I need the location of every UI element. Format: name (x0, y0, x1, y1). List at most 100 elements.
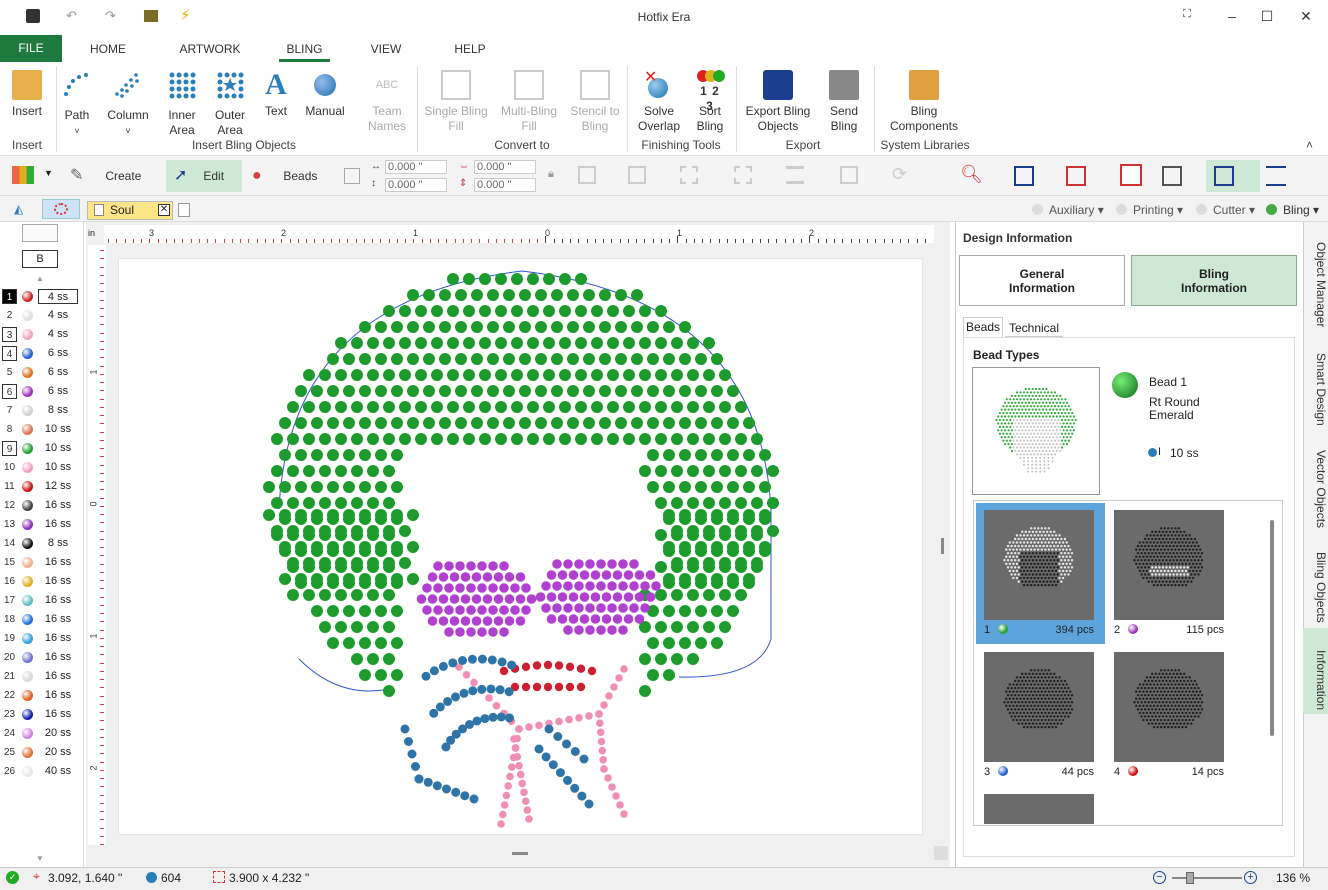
emerald-bead[interactable] (327, 509, 339, 521)
amethyst-bead[interactable] (488, 627, 498, 637)
amethyst-bead[interactable] (449, 616, 460, 626)
emerald-bead[interactable] (407, 573, 419, 585)
palette-row[interactable]: 12 16 ss (0, 496, 84, 515)
emerald-bead[interactable] (303, 557, 315, 569)
edit-button[interactable]: ➚ Edit ▼ (166, 160, 242, 214)
emerald-bead[interactable] (383, 685, 395, 697)
ruby-bead[interactable] (532, 682, 542, 692)
emerald-bead[interactable] (367, 497, 379, 509)
emerald-bead[interactable] (399, 401, 411, 413)
emerald-bead[interactable] (487, 321, 499, 333)
rose-bead[interactable] (604, 774, 612, 782)
emerald-bead[interactable] (359, 449, 371, 461)
sapphire-bead[interactable] (553, 732, 563, 741)
emerald-bead[interactable] (407, 541, 419, 553)
emerald-bead[interactable] (359, 637, 371, 649)
amethyst-bead[interactable] (493, 572, 504, 582)
emerald-bead[interactable] (359, 541, 371, 553)
amethyst-bead[interactable] (471, 572, 482, 582)
maximize-icon[interactable]: ☐ (1257, 8, 1277, 25)
emerald-bead[interactable] (703, 497, 715, 509)
emerald-bead[interactable] (719, 433, 731, 445)
emerald-bead[interactable] (679, 509, 691, 521)
emerald-bead[interactable] (655, 305, 667, 317)
emerald-bead[interactable] (351, 653, 363, 665)
rose-bead[interactable] (499, 810, 507, 819)
rose-bead[interactable] (612, 792, 620, 800)
amethyst-bead[interactable] (449, 572, 460, 582)
emerald-bead[interactable] (695, 541, 707, 553)
rose-bead[interactable] (513, 753, 522, 761)
emerald-bead[interactable] (631, 417, 643, 429)
emerald-bead[interactable] (311, 541, 323, 553)
sapphire-bead[interactable] (486, 684, 496, 694)
text-button[interactable]: A Text (258, 70, 294, 119)
emerald-bead[interactable] (735, 525, 747, 537)
emerald-bead[interactable] (727, 385, 739, 397)
emerald-bead[interactable] (447, 273, 459, 285)
emerald-bead[interactable] (463, 401, 475, 413)
emerald-bead[interactable] (655, 653, 667, 665)
emerald-bead[interactable] (375, 669, 387, 681)
emerald-bead[interactable] (759, 509, 771, 521)
sapphire-bead[interactable] (469, 794, 479, 804)
rose-bead[interactable] (506, 772, 514, 781)
sapphire-bead[interactable] (442, 784, 451, 794)
emerald-bead[interactable] (319, 589, 331, 601)
scroll-up-icon[interactable]: ▲ (36, 274, 44, 283)
emerald-bead[interactable] (639, 401, 651, 413)
amethyst-bead[interactable] (521, 605, 531, 615)
path-button[interactable]: Path ˅ (58, 70, 96, 139)
emerald-bead[interactable] (471, 385, 483, 397)
emerald-bead[interactable] (359, 605, 371, 617)
rose-bead[interactable] (585, 712, 593, 720)
emerald-bead[interactable] (719, 589, 731, 601)
emerald-bead[interactable] (495, 273, 507, 285)
rose-bead[interactable] (565, 715, 573, 724)
amethyst-bead[interactable] (438, 572, 449, 582)
emerald-bead[interactable] (663, 353, 675, 365)
emerald-bead[interactable] (511, 337, 523, 349)
emerald-bead[interactable] (463, 273, 475, 285)
rose-bead[interactable] (525, 723, 533, 731)
emerald-bead[interactable] (671, 525, 683, 537)
palette-row[interactable]: 17 16 ss (0, 591, 84, 610)
emerald-bead[interactable] (391, 385, 403, 397)
amethyst-bead[interactable] (504, 616, 515, 626)
tab-file[interactable]: FILE (0, 35, 62, 62)
emerald-bead[interactable] (647, 385, 659, 397)
emerald-bead[interactable] (375, 385, 387, 397)
emerald-bead[interactable] (455, 417, 467, 429)
emerald-bead[interactable] (679, 605, 691, 617)
amethyst-bead[interactable] (596, 625, 606, 635)
layer-thumbnail[interactable] (984, 510, 1094, 620)
sapphire-bead[interactable] (451, 787, 461, 797)
grid-icon[interactable] (680, 166, 698, 184)
emerald-bead[interactable] (351, 401, 363, 413)
emerald-bead[interactable] (599, 353, 611, 365)
emerald-bead[interactable] (615, 289, 627, 301)
emerald-bead[interactable] (663, 541, 675, 553)
emerald-bead[interactable] (679, 481, 691, 493)
emerald-bead[interactable] (671, 465, 683, 477)
amethyst-bead[interactable] (623, 614, 634, 624)
amethyst-bead[interactable] (568, 614, 579, 624)
amethyst-bead[interactable] (634, 570, 645, 580)
amethyst-bead[interactable] (607, 603, 617, 613)
emerald-bead[interactable] (367, 401, 379, 413)
zoom-tool-icon[interactable]: 🔍︎ (960, 164, 983, 185)
amethyst-bead[interactable] (612, 614, 623, 624)
emerald-bead[interactable] (703, 401, 715, 413)
amethyst-bead[interactable] (466, 627, 476, 637)
arrange-icon[interactable] (628, 166, 646, 184)
emerald-bead[interactable] (639, 685, 651, 697)
amethyst-bead[interactable] (526, 594, 537, 604)
emerald-bead[interactable] (295, 573, 307, 585)
emerald-bead[interactable] (639, 653, 651, 665)
design-canvas[interactable] (118, 258, 923, 835)
pan-hand-icon[interactable] (1120, 164, 1142, 186)
emerald-bead[interactable] (639, 305, 651, 317)
emerald-bead[interactable] (335, 589, 347, 601)
splitter-handle[interactable] (941, 538, 944, 554)
emerald-bead[interactable] (415, 305, 427, 317)
